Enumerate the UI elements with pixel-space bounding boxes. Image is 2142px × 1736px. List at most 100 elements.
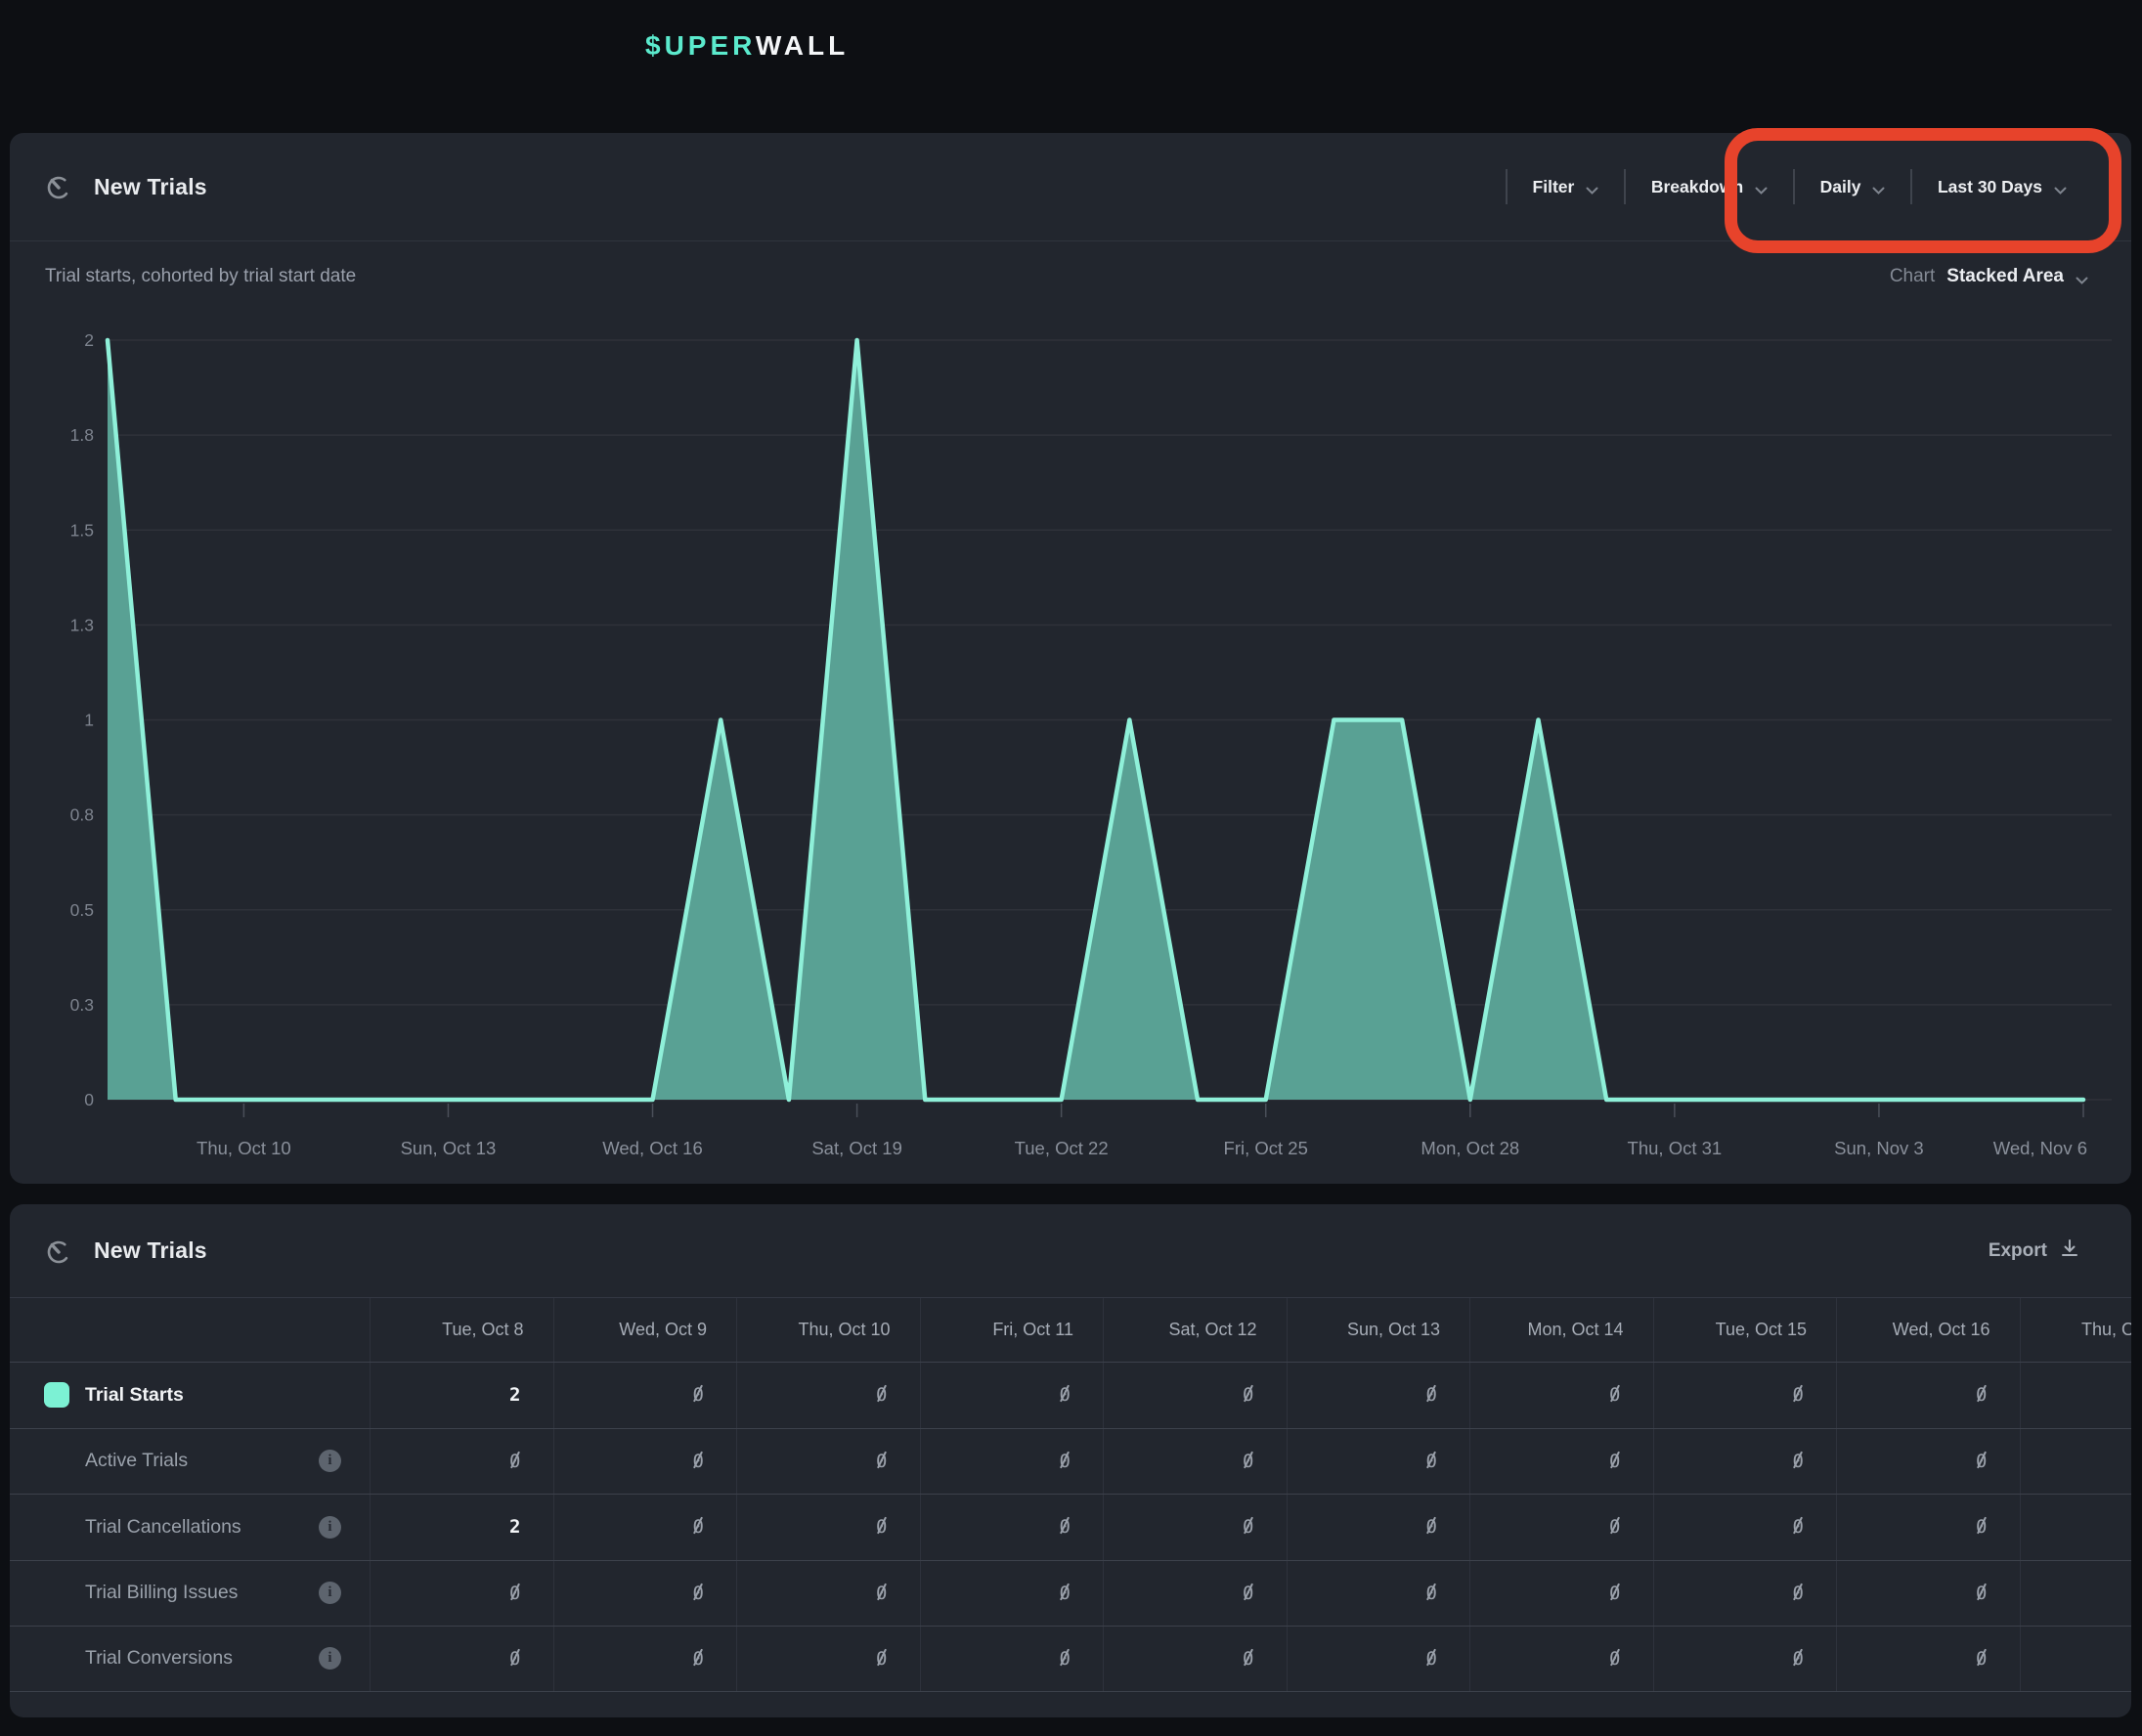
export-button[interactable]: Export — [1989, 1237, 2080, 1264]
table-value-cell: 0 — [1469, 1495, 1653, 1560]
table-value-cell: 0 — [920, 1627, 1104, 1691]
table-value-cell: 0 — [1287, 1561, 1470, 1627]
timer-icon — [45, 173, 72, 200]
chart-type-label: Chart — [1890, 266, 1935, 287]
page: $UPERWALL New Trials Filter — [0, 0, 2142, 1736]
table-row: Trial Billing Issuesi000000000 — [10, 1560, 2131, 1627]
row-label: Trial Cancellations — [85, 1516, 241, 1539]
table-value-cell: 0 — [1653, 1429, 1837, 1495]
table-column-header: Wed, Oct 9 — [553, 1298, 737, 1362]
table-value-cell: 0 — [1103, 1363, 1287, 1428]
table-value-cell: 0 — [553, 1495, 737, 1560]
chart-type-value: Stacked Area — [1946, 266, 2064, 287]
table-value-cell: 0 — [1103, 1495, 1287, 1560]
table-value-cell: 0 — [1836, 1627, 2020, 1691]
table-value-cell: 0 — [1469, 1627, 1653, 1691]
download-icon — [2059, 1237, 2080, 1264]
info-icon[interactable]: i — [319, 1450, 341, 1472]
x-axis-label: Tue, Oct 22 — [1015, 1138, 1109, 1158]
table-value-cell: 0 — [736, 1363, 920, 1428]
top-bar: $UPERWALL — [0, 0, 2142, 133]
filter-label: Filter — [1533, 177, 1575, 197]
table-value-cell — [2020, 1495, 2132, 1560]
chart-type-selector[interactable]: Chart Stacked Area — [1890, 266, 2088, 287]
table-value-cell — [2020, 1627, 2132, 1691]
table-value-cell: 0 — [370, 1627, 553, 1691]
table-corner-cell — [10, 1298, 370, 1362]
y-axis-label: 0.8 — [70, 805, 94, 825]
table-value-cell: 0 — [553, 1561, 737, 1627]
x-axis-label: Sun, Oct 13 — [401, 1138, 497, 1158]
chart-controls: Filter Breakdown Daily — [1506, 169, 2092, 204]
x-axis-label: Sun, Nov 3 — [1834, 1138, 1924, 1158]
table-row: Trial Starts200000000 — [10, 1362, 2131, 1428]
table-value-cell: 0 — [1287, 1627, 1470, 1691]
row-label-cell: Active Trials i — [10, 1429, 370, 1495]
table-value-cell: 0 — [1287, 1429, 1470, 1495]
filter-button[interactable]: Filter — [1508, 177, 1625, 197]
table-column-header: Wed, Oct 16 — [1836, 1298, 2020, 1362]
table-value-cell: 0 — [736, 1561, 920, 1627]
trials-table: Tue, Oct 8Wed, Oct 9Thu, Oct 10Fri, Oct … — [10, 1297, 2131, 1692]
row-label-cell: Trial Cancellations i — [10, 1495, 370, 1560]
table-panel-title: New Trials — [94, 1237, 207, 1264]
table-column-header: Tue, Oct 8 — [370, 1298, 553, 1362]
x-axis-label: Mon, Oct 28 — [1421, 1138, 1519, 1158]
y-axis-label: 1.3 — [70, 615, 94, 634]
date-range-button[interactable]: Last 30 Days — [1912, 177, 2092, 197]
table-value-cell: 0 — [553, 1429, 737, 1495]
granularity-button[interactable]: Daily — [1795, 177, 1911, 197]
x-axis-label: Wed, Oct 16 — [602, 1138, 702, 1158]
new-trials-chart-panel: New Trials Filter Breakdown — [10, 133, 2131, 1184]
table-value-cell: 0 — [920, 1429, 1104, 1495]
table-column-header: Mon, Oct 14 — [1469, 1298, 1653, 1362]
table-column-header: Thu, Oct 10 — [736, 1298, 920, 1362]
table-value-cell: 2 — [370, 1495, 553, 1560]
x-axis-label: Fri, Oct 25 — [1224, 1138, 1308, 1158]
table-row: Active Trialsi000000000 — [10, 1428, 2131, 1495]
table-value-cell: 0 — [1836, 1363, 2020, 1428]
row-label: Trial Starts — [85, 1384, 184, 1407]
table-value-cell: 0 — [1287, 1363, 1470, 1428]
breakdown-button[interactable]: Breakdown — [1626, 177, 1793, 197]
table-value-cell: 0 — [920, 1561, 1104, 1627]
chart-subtitle: Trial starts, cohorted by trial start da… — [45, 266, 356, 287]
table-value-cell: 0 — [1103, 1429, 1287, 1495]
table-value-cell — [2020, 1429, 2132, 1495]
info-icon[interactable]: i — [319, 1582, 341, 1604]
table-value-cell: 2 — [370, 1363, 553, 1428]
table-value-cell: 0 — [1836, 1561, 2020, 1627]
table-value-cell: 0 — [553, 1627, 737, 1691]
series-color-swatch — [44, 1382, 69, 1408]
table-column-header: Tue, Oct 15 — [1653, 1298, 1837, 1362]
y-axis-label: 1.5 — [70, 520, 94, 540]
breakdown-label: Breakdown — [1651, 177, 1743, 197]
info-icon[interactable]: i — [319, 1516, 341, 1539]
table-value-cell: 0 — [736, 1627, 920, 1691]
chart-sub-header: Trial starts, cohorted by trial start da… — [45, 266, 2088, 287]
table-value-cell: 0 — [1653, 1561, 1837, 1627]
info-icon[interactable]: i — [319, 1647, 341, 1670]
table-column-header: Fri, Oct 11 — [920, 1298, 1104, 1362]
chevron-down-icon — [1755, 183, 1768, 192]
table-value-cell — [2020, 1561, 2132, 1627]
table-value-cell: 0 — [1653, 1363, 1837, 1428]
table-value-cell: 0 — [1469, 1429, 1653, 1495]
table-value-cell: 0 — [1836, 1429, 2020, 1495]
x-axis-label: Thu, Oct 10 — [197, 1138, 291, 1158]
x-axis-label: Sat, Oct 19 — [811, 1138, 902, 1158]
table-value-cell: 0 — [1836, 1495, 2020, 1560]
table-value-cell: 0 — [553, 1363, 737, 1428]
table-panel-header: New Trials Export — [10, 1204, 2131, 1297]
timer-icon — [45, 1237, 72, 1265]
chart-panel-title: New Trials — [94, 174, 207, 200]
row-label-cell: Trial Conversionsi — [10, 1627, 370, 1691]
table-row: Trial Conversionsi000000000 — [10, 1626, 2131, 1692]
chevron-down-icon — [1586, 183, 1598, 192]
row-label: Active Trials — [85, 1450, 188, 1472]
table-value-cell: 0 — [920, 1495, 1104, 1560]
logo-suffix: WALL — [756, 30, 849, 61]
table-column-header: Sun, Oct 13 — [1287, 1298, 1470, 1362]
table-value-cell: 0 — [1469, 1561, 1653, 1627]
table-column-header: Thu, Oct 17 — [2020, 1298, 2132, 1362]
